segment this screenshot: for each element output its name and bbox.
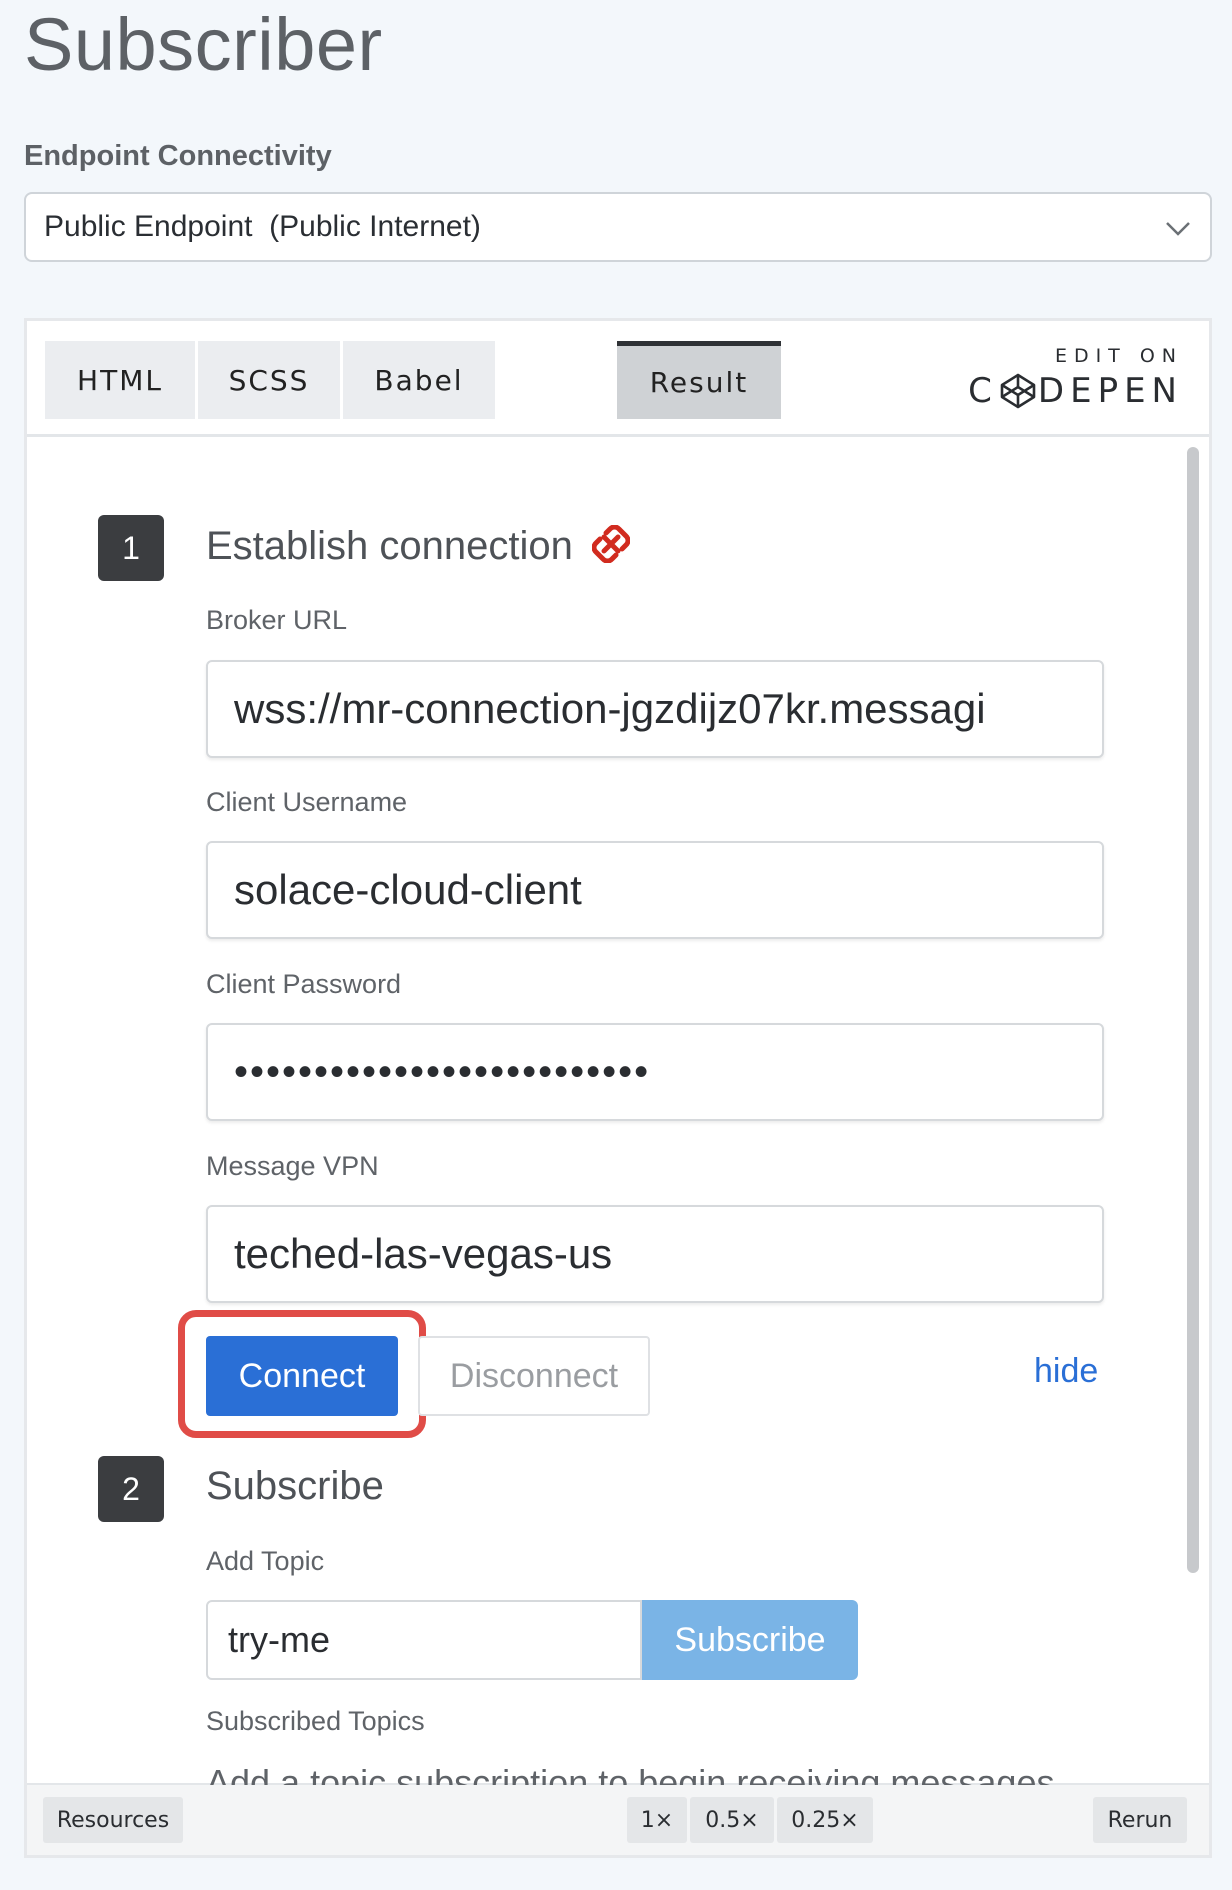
tab-babel[interactable]: Babel [343, 341, 495, 419]
scrollbar[interactable] [1185, 445, 1201, 1795]
step-2-badge: 2 [98, 1456, 164, 1522]
hide-link[interactable]: hide [1034, 1352, 1098, 1391]
message-vpn-label: Message VPN [206, 1151, 379, 1181]
result-content: 1 Establish connection Broker URL wss://… [24, 440, 1184, 1785]
subscribe-button[interactable]: Subscribe [642, 1600, 858, 1680]
zoom-0-5x-button[interactable]: 0.5× [690, 1797, 774, 1843]
message-vpn-input[interactable]: teched-las-vegas-us [206, 1205, 1104, 1303]
step-1-badge: 1 [98, 515, 164, 581]
page-title: Subscriber [24, 3, 383, 86]
embed-footer: Resources 1× 0.5× 0.25× Rerun [27, 1783, 1209, 1855]
step-2-title: Subscribe [206, 1464, 384, 1508]
endpoint-select-value: Public Endpoint (Public Internet) [44, 210, 481, 243]
embed-header: HTML SCSS Babel Result EDIT ON C DEPEN [27, 321, 1209, 437]
codepen-logo-c: C [968, 371, 998, 411]
empty-subscriptions-message: Add a topic subscription to begin receiv… [206, 1762, 1055, 1785]
codepen-logo: C DEPEN [968, 371, 1183, 411]
broken-link-icon [591, 524, 631, 564]
disconnect-button[interactable]: Disconnect [418, 1336, 650, 1416]
broker-url-label: Broker URL [206, 605, 348, 635]
endpoint-connectivity-label: Endpoint Connectivity [24, 140, 332, 172]
client-username-input[interactable]: solace-cloud-client [206, 841, 1104, 939]
client-password-label: Client Password [206, 969, 402, 999]
scrollbar-thumb[interactable] [1187, 447, 1199, 1573]
broker-url-input[interactable]: wss://mr-connection-jgzdijz07kr.messagi [206, 660, 1104, 758]
tab-scss[interactable]: SCSS [198, 341, 340, 419]
tab-result[interactable]: Result [617, 341, 781, 419]
step-1-title-text: Establish connection [206, 524, 573, 568]
rerun-button[interactable]: Rerun [1093, 1797, 1187, 1843]
zoom-1x-button[interactable]: 1× [627, 1797, 687, 1843]
topic-input[interactable]: try-me [206, 1600, 642, 1680]
add-topic-label: Add Topic [206, 1546, 325, 1576]
resources-button[interactable]: Resources [43, 1797, 183, 1843]
codepen-cube-icon [1000, 373, 1036, 409]
zoom-0-25x-button[interactable]: 0.25× [777, 1797, 873, 1843]
client-username-label: Client Username [206, 787, 408, 817]
edit-on-codepen-link[interactable]: EDIT ON C DEPEN [968, 345, 1183, 411]
chevron-down-icon [1166, 222, 1190, 236]
codepen-logo-rest: DEPEN [1037, 371, 1183, 411]
tab-html[interactable]: HTML [45, 341, 195, 419]
edit-on-label: EDIT ON [1054, 345, 1183, 367]
client-password-input[interactable]: •••••••••••••••••••••••••• [206, 1023, 1104, 1121]
connect-button[interactable]: Connect [206, 1336, 398, 1416]
subscribed-topics-label: Subscribed Topics [206, 1706, 425, 1736]
step-1-title: Establish connection [206, 524, 631, 569]
endpoint-select[interactable]: Public Endpoint (Public Internet) [24, 192, 1212, 262]
